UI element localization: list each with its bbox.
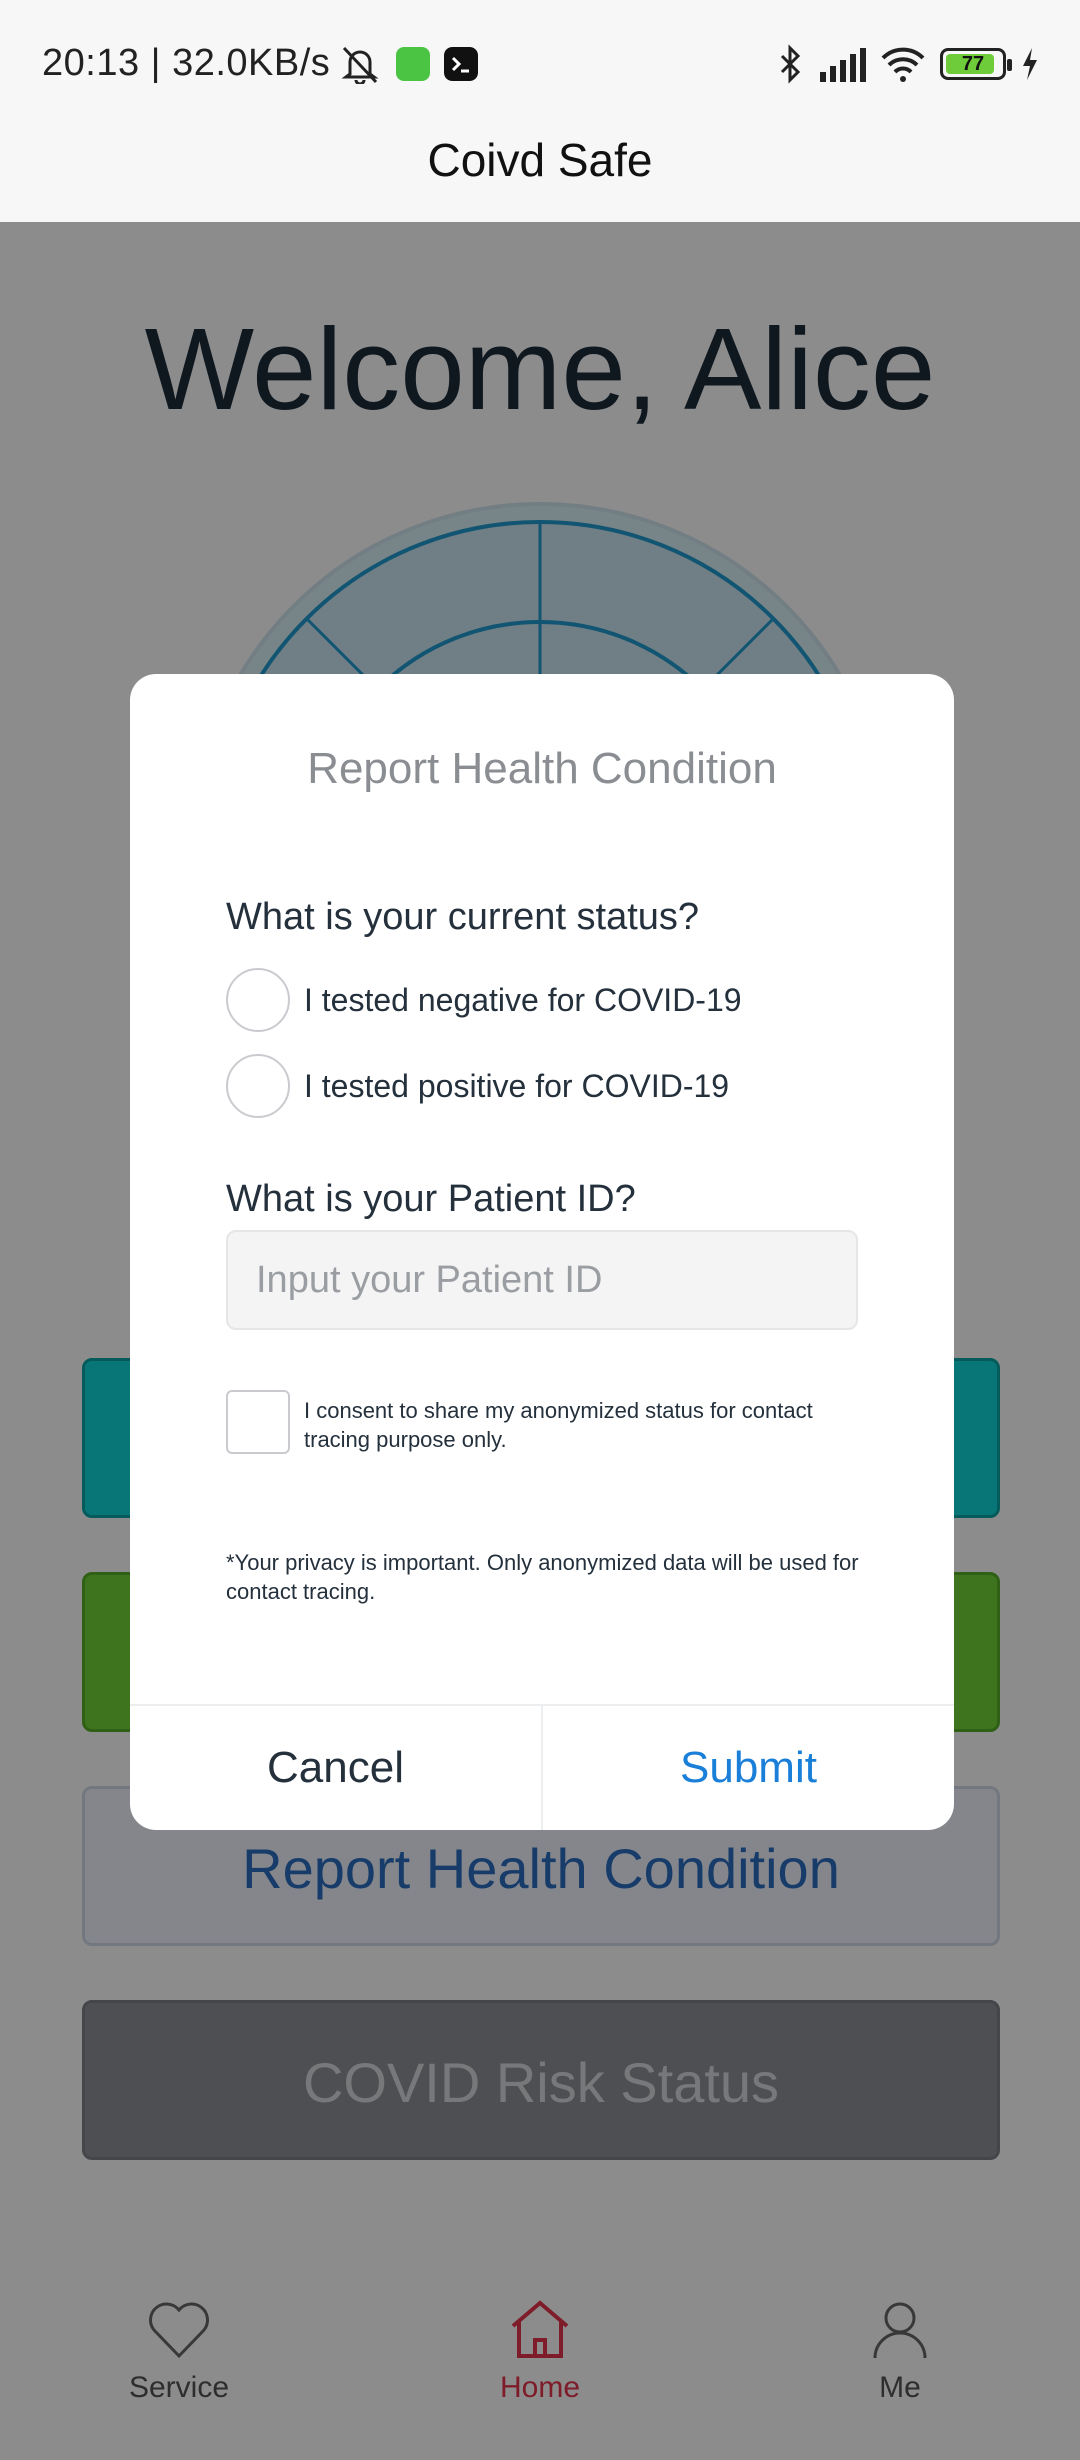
status-icons-left [338, 44, 478, 84]
app-title: Coivd Safe [427, 134, 653, 186]
patient-id-question: What is your Patient ID? [226, 1178, 636, 1220]
charging-icon [1023, 48, 1037, 80]
signal-icon [820, 48, 866, 82]
consent-label: I consent to share my anonymized status … [304, 1398, 813, 1452]
report-health-dialog: Report Health Condition What is your cur… [130, 674, 954, 1830]
submit-button[interactable]: Submit [543, 1706, 954, 1830]
bluetooth-icon [780, 44, 801, 84]
dialog-title: Report Health Condition [307, 744, 777, 793]
terminal-icon [444, 47, 478, 81]
privacy-note: *Your privacy is important. Only anonymi… [226, 1550, 859, 1604]
consent-row[interactable]: I consent to share my anonymized status … [226, 1390, 876, 1454]
app-header: Coivd Safe [0, 130, 1080, 222]
option-negative-label: I tested negative for COVID-19 [304, 981, 742, 1018]
patient-id-input[interactable] [226, 1230, 858, 1330]
status-question: What is your current status? [226, 896, 700, 938]
wifi-icon [881, 47, 925, 82]
mute-bell-icon [341, 46, 379, 84]
battery-icon: 77 [940, 48, 1012, 80]
option-positive-label: I tested positive for COVID-19 [304, 1067, 730, 1104]
app-icon [396, 47, 430, 81]
dialog-footer: Cancel Submit [130, 1704, 954, 1830]
radio-negative[interactable] [226, 968, 290, 1032]
status-time: 20:13 | 32.0KB/s [42, 42, 331, 84]
radio-positive[interactable] [226, 1054, 290, 1118]
status-icons-right: 77 [778, 44, 1040, 84]
option-negative[interactable]: I tested negative for COVID-19 [226, 968, 742, 1032]
battery-level: 77 [961, 53, 985, 75]
option-positive[interactable]: I tested positive for COVID-19 [226, 1054, 729, 1118]
battery-tip [1007, 59, 1012, 71]
consent-checkbox[interactable] [226, 1390, 290, 1454]
status-bar: 20:13 | 32.0KB/s 77 [0, 0, 1080, 130]
cancel-button[interactable]: Cancel [130, 1706, 543, 1830]
